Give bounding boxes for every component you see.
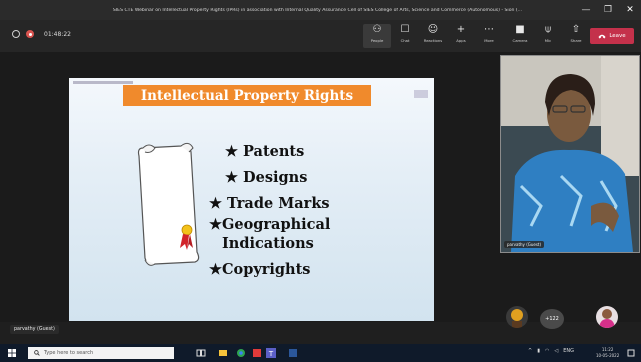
device-controls: ■ Camera ⍦ Mic ⇧ Share bbox=[506, 24, 590, 48]
window-title: SIES CTE Webinar on Intellectual Propert… bbox=[112, 7, 523, 13]
slide-corner-logo bbox=[414, 90, 428, 98]
system-tray: ^ ▮ ◠ ◁ ENG bbox=[528, 348, 574, 354]
more-button[interactable]: ⋯ More bbox=[475, 24, 503, 48]
self-name-label: parvathy (Guest) bbox=[10, 325, 59, 334]
video-name-tag: parvathy (Guest) bbox=[504, 241, 545, 248]
slide-bullet-patents: ★ Patents bbox=[225, 143, 305, 160]
file-explorer-icon[interactable] bbox=[218, 348, 228, 358]
apps-icon: + bbox=[456, 24, 466, 35]
participant-video-tile[interactable]: parvathy (Guest) bbox=[500, 55, 640, 253]
battery-icon[interactable]: ▮ bbox=[537, 348, 540, 354]
more-participants-badge[interactable]: +122 bbox=[540, 309, 564, 329]
more-icon: ⋯ bbox=[484, 24, 494, 35]
slide-bullet-list: ★ Patents ★ Designs ★ Trade Marks ★Geogr… bbox=[209, 142, 419, 279]
mic-button[interactable]: ⍦ Mic bbox=[534, 24, 562, 48]
slide-bullet-copyrights: ★Copyrights bbox=[209, 261, 311, 278]
meeting-toolbar: 01:48:22 ⚇ People ☐ Chat ☺ Reactions + A… bbox=[0, 20, 641, 52]
taskbar-search-input[interactable]: Type here to search bbox=[28, 347, 174, 359]
people-icon: ⚇ bbox=[372, 24, 382, 35]
apps-button[interactable]: + Apps bbox=[447, 24, 475, 48]
camera-icon: ■ bbox=[515, 24, 525, 35]
word-icon[interactable] bbox=[288, 348, 298, 358]
leave-button[interactable]: Leave bbox=[590, 28, 634, 44]
slide-bullet-geographical: ★Geographical bbox=[209, 216, 331, 233]
meeting-timer: 01:48:22 bbox=[44, 30, 71, 38]
mic-icon: ⍦ bbox=[545, 24, 551, 35]
meeting-controls: ⚇ People ☐ Chat ☺ Reactions + Apps ⋯ Mor… bbox=[363, 24, 503, 48]
participant-avatar-image bbox=[506, 306, 528, 328]
windows-taskbar: Type here to search T ^ ▮ ◠ ◁ ENG 11:22 … bbox=[0, 344, 641, 362]
language-indicator[interactable]: ENG bbox=[563, 348, 574, 354]
chrome-icon[interactable] bbox=[236, 348, 246, 358]
slide-bullet-designs: ★ Designs bbox=[225, 169, 308, 186]
presenter-video-image bbox=[501, 56, 639, 252]
share-button[interactable]: ⇧ Share bbox=[562, 24, 590, 48]
slide-title: Intellectual Property Rights bbox=[123, 85, 371, 106]
slide-bullet-trade-marks: ★ Trade Marks bbox=[209, 195, 330, 212]
taskbar-clock[interactable]: 11:22 10-05-2022 bbox=[596, 347, 619, 359]
task-view-icon[interactable] bbox=[196, 348, 206, 358]
slide-bullet-indications: Indications bbox=[222, 235, 314, 252]
maximize-button[interactable]: ❐ bbox=[597, 5, 619, 15]
reactions-icon: ☺ bbox=[427, 24, 439, 35]
minimize-button[interactable]: — bbox=[575, 5, 597, 15]
teams-icon[interactable]: T bbox=[266, 348, 276, 358]
avatar[interactable] bbox=[506, 306, 528, 328]
reactions-button[interactable]: ☺ Reactions bbox=[419, 24, 447, 48]
share-icon: ⇧ bbox=[571, 24, 581, 35]
people-button[interactable]: ⚇ People bbox=[363, 24, 391, 48]
wifi-icon[interactable]: ◠ bbox=[545, 348, 549, 354]
volume-icon[interactable]: ◁ bbox=[554, 348, 558, 354]
status-circle-icon bbox=[12, 30, 20, 38]
recording-icon bbox=[26, 30, 34, 38]
scroll-certificate-icon bbox=[137, 142, 200, 266]
chat-icon: ☐ bbox=[400, 24, 410, 35]
participant-avatar-image bbox=[596, 306, 618, 328]
action-center-icon[interactable] bbox=[626, 348, 636, 358]
search-icon bbox=[34, 350, 40, 356]
camera-button[interactable]: ■ Camera bbox=[506, 24, 534, 48]
avatar[interactable] bbox=[596, 306, 618, 328]
close-button[interactable]: ✕ bbox=[619, 5, 641, 15]
phone-hangup-icon bbox=[598, 34, 606, 38]
shared-slide: Intellectual Property Rights ★ Patents ★… bbox=[69, 78, 434, 321]
chat-button[interactable]: ☐ Chat bbox=[391, 24, 419, 48]
notifications-icon[interactable]: ^ bbox=[528, 348, 532, 354]
app-icon[interactable] bbox=[252, 348, 262, 358]
window-title-bar: SIES CTE Webinar on Intellectual Propert… bbox=[0, 0, 641, 20]
windows-start-icon[interactable] bbox=[8, 349, 16, 357]
svg-text:T: T bbox=[268, 350, 274, 358]
